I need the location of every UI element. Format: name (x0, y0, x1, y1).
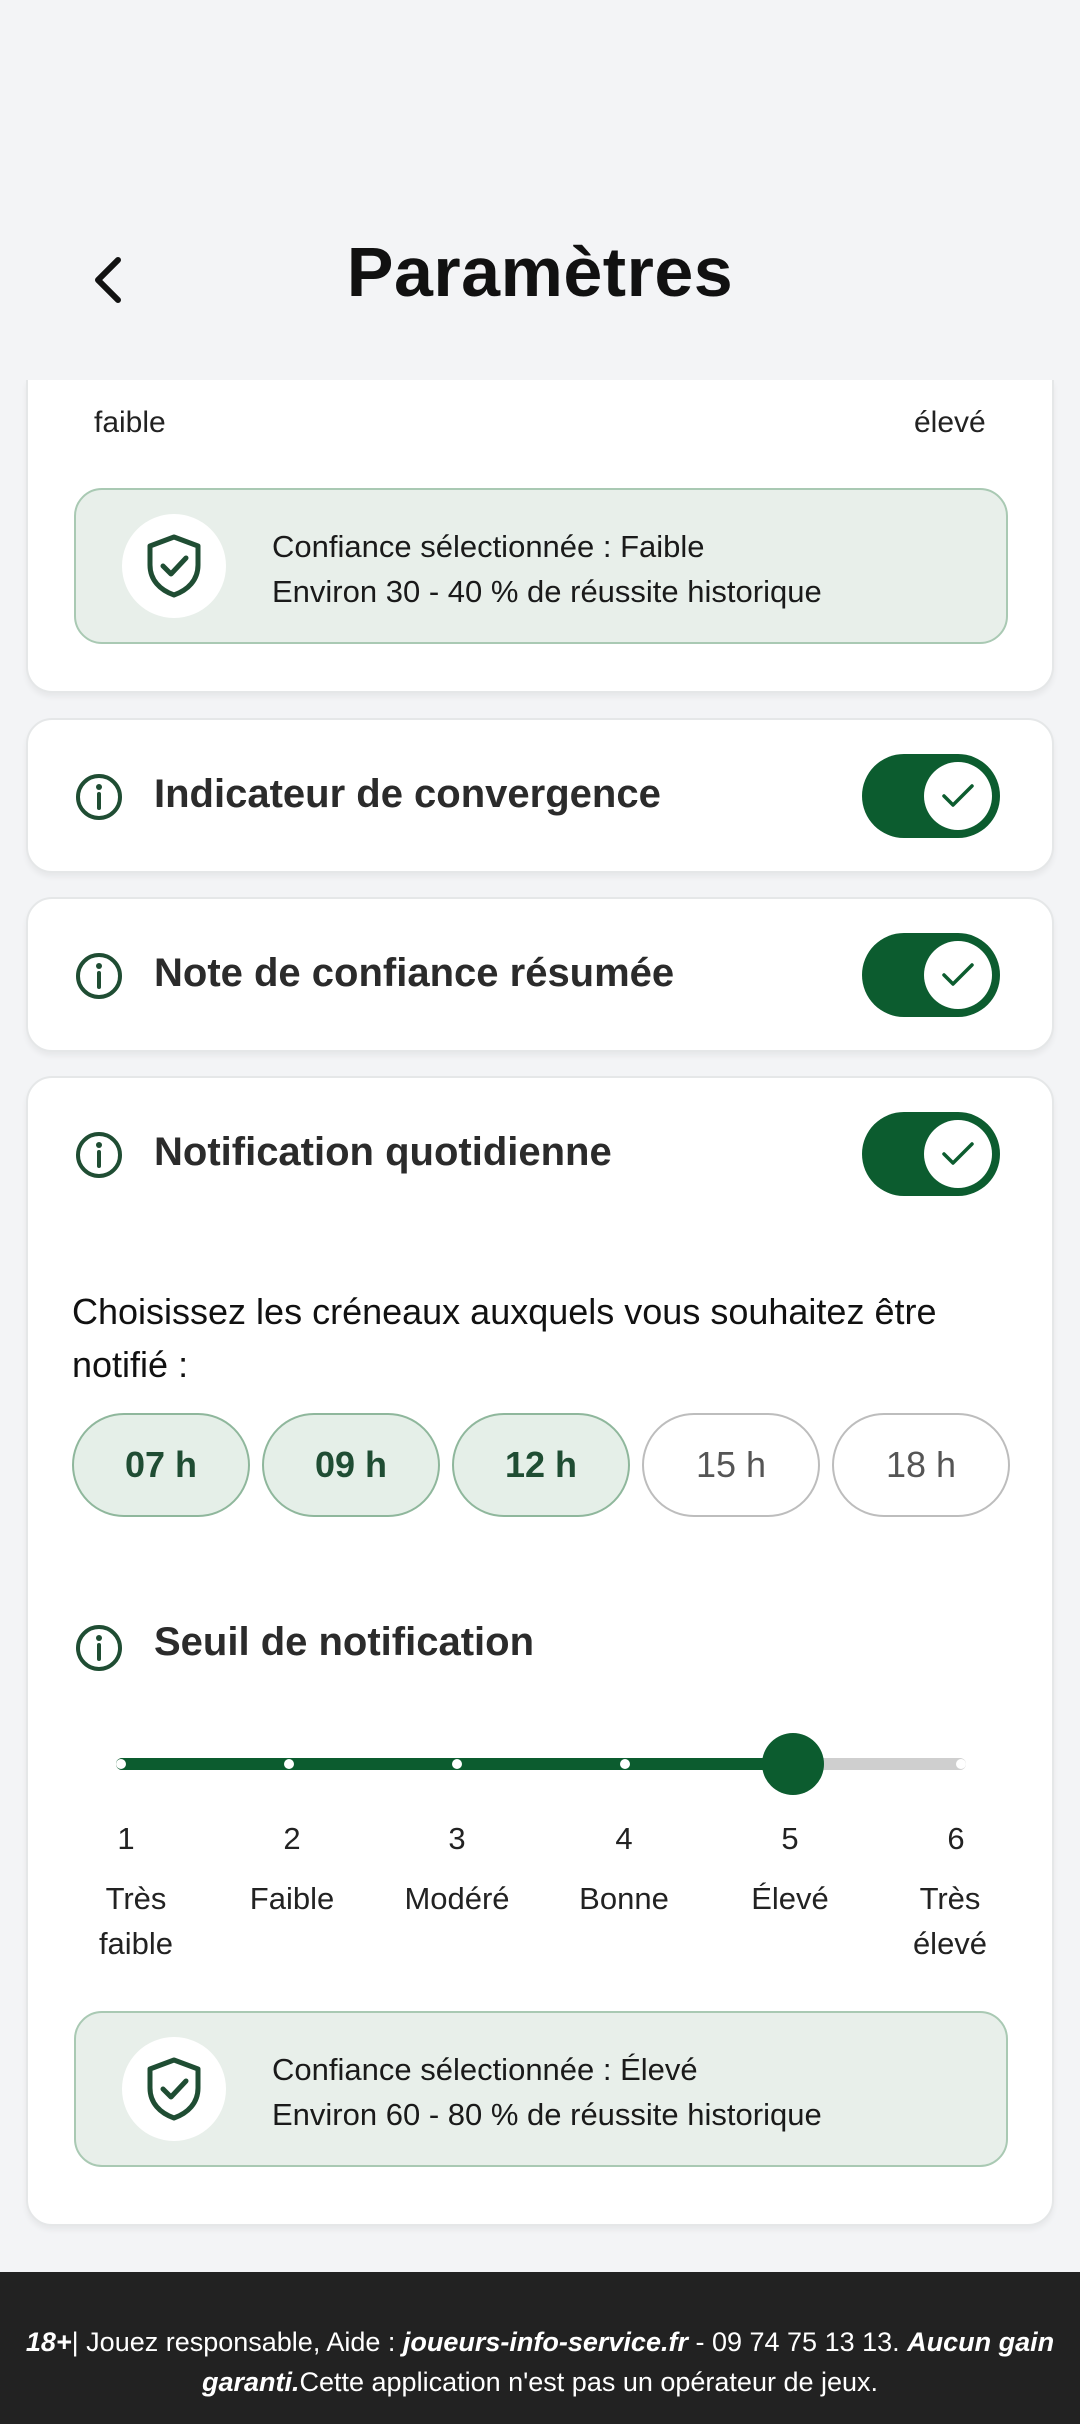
check-icon (942, 784, 974, 807)
check-icon (942, 963, 974, 986)
threshold-slider[interactable] (116, 1733, 966, 1795)
confidence-note-card: Note de confiance résumée (26, 897, 1054, 1052)
toggle-knob (924, 762, 992, 830)
scale-label-low: faible (94, 406, 166, 439)
time-slot-chip[interactable]: 09 h (262, 1413, 440, 1517)
slider-tick-number: 6 (947, 1821, 965, 1856)
slider-tick-number: 3 (448, 1821, 466, 1856)
confidence-slider-card: faible élevé Confiance sélectionnée : Fa… (26, 380, 1054, 693)
confidence-success-rate: Environ 30 - 40 % de réussite historique (272, 574, 822, 609)
time-slot-chip[interactable]: 15 h (642, 1413, 820, 1517)
slot-instructions: Choisissez les créneaux auxquels vous so… (72, 1291, 937, 1385)
info-icon[interactable] (74, 1130, 124, 1180)
threshold-label: Seuil de notification (154, 1620, 535, 1664)
shield-badge (122, 2037, 226, 2141)
slider-step-dot (620, 1759, 630, 1769)
slider-tick-number: 4 (615, 1821, 633, 1856)
slider-step-dot (284, 1759, 294, 1769)
confidence-note-toggle[interactable] (862, 933, 1000, 1017)
threshold-confidence-box: Confiance sélectionnée : Élevé Environ 6… (74, 2011, 1008, 2167)
convergence-indicator-card: Indicateur de convergence (26, 718, 1054, 873)
page-title: Paramètres (346, 233, 734, 311)
footer-phone: - 09 74 75 13 13. (687, 2327, 908, 2357)
slider-tick-label: Élevé (751, 1881, 829, 1916)
slider-tick-label: Bonne (579, 1881, 669, 1916)
slider-tick-label: Faible (249, 1881, 335, 1916)
daily-notification-label: Notification quotidienne (154, 1130, 612, 1174)
slider-tick-number: 5 (781, 1821, 799, 1856)
slider-tick-label: Très faible (98, 1881, 174, 1961)
slider-tick-number: 1 (117, 1821, 135, 1856)
convergence-toggle[interactable] (862, 754, 1000, 838)
confidence-selected: Confiance sélectionnée : Élevé (272, 2052, 698, 2087)
responsible-gaming-footer: 18+| Jouez responsable, Aide : joueurs-i… (0, 2272, 1080, 2424)
shield-check-icon (147, 534, 201, 598)
slider-tick-label: Modéré (404, 1881, 510, 1916)
confidence-summary-text: Confiance sélectionnée : Faible Environ … (272, 524, 822, 614)
slider-thumb[interactable] (762, 1733, 824, 1795)
toggle-knob (924, 1120, 992, 1188)
footer-text: | Jouez responsable, Aide : (71, 2327, 403, 2357)
confidence-summary-box: Confiance sélectionnée : Faible Environ … (74, 488, 1008, 644)
shield-badge (122, 514, 226, 618)
confidence-success-rate: Environ 60 - 80 % de réussite historique (272, 2097, 822, 2132)
slider-step-dot (452, 1759, 462, 1769)
slider-step-dot (116, 1759, 126, 1769)
age-badge: 18+ (25, 2327, 72, 2357)
confidence-summary-text: Confiance sélectionnée : Élevé Environ 6… (272, 2047, 822, 2137)
slider-step-dot (956, 1759, 966, 1769)
convergence-label: Indicateur de convergence (154, 772, 661, 816)
help-site-link[interactable]: joueurs-info-service.fr (403, 2327, 688, 2357)
footer-disclaimer: Cette application n'est pas un opérateur… (299, 2367, 879, 2397)
toggle-knob (924, 941, 992, 1009)
daily-notification-card: Notification quotidienne Choisissez les … (26, 1076, 1054, 2226)
shield-check-icon (147, 2057, 201, 2121)
daily-notification-toggle[interactable] (862, 1112, 1000, 1196)
info-icon[interactable] (74, 1623, 124, 1673)
header: Paramètres (0, 0, 1080, 410)
time-slot-chips: 07 h 09 h 12 h 15 h 18 h (72, 1413, 1012, 1517)
slider-tick-number: 2 (283, 1821, 301, 1856)
info-icon[interactable] (74, 951, 124, 1001)
confidence-selected: Confiance sélectionnée : Faible (272, 529, 705, 564)
time-slot-chip[interactable]: 18 h (832, 1413, 1010, 1517)
scale-label-high: élevé (914, 406, 986, 439)
time-slot-chip[interactable]: 07 h (72, 1413, 250, 1517)
check-icon (942, 1142, 974, 1165)
time-slot-chip[interactable]: 12 h (452, 1413, 630, 1517)
slider-tick-label: Très élevé (912, 1881, 988, 1961)
info-icon[interactable] (74, 772, 124, 822)
confidence-note-label: Note de confiance résumée (154, 951, 675, 995)
